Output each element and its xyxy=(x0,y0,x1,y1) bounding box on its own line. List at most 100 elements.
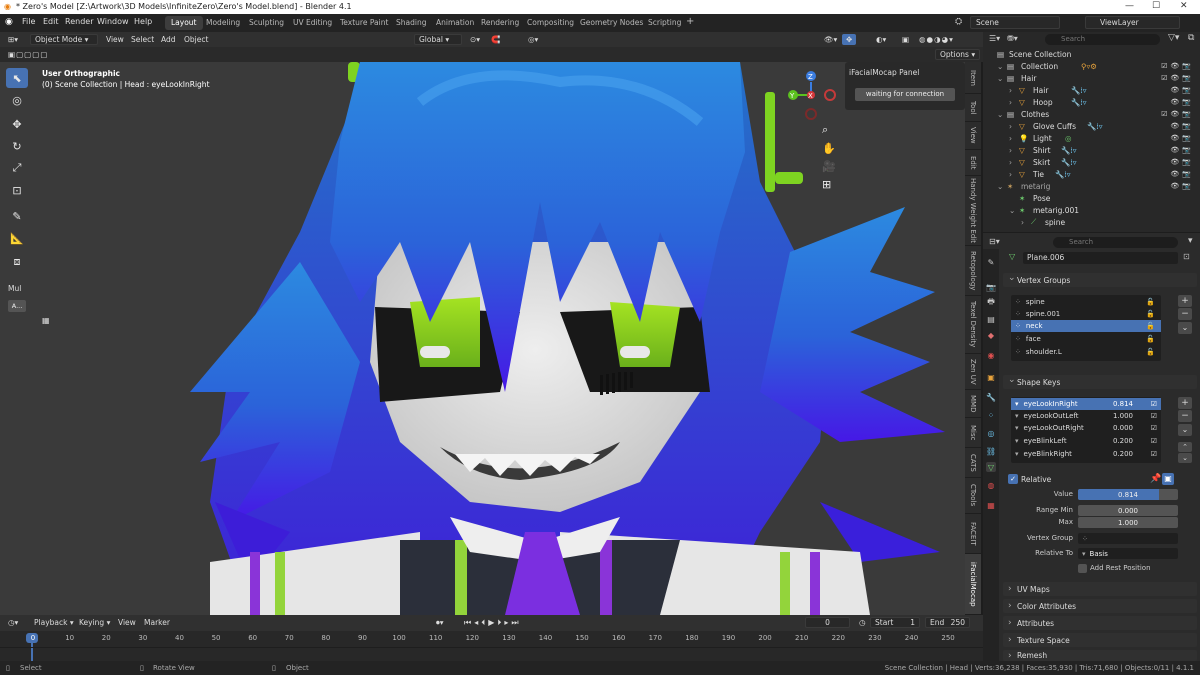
list-item[interactable]: ⁘ shoulder.L 🔓 xyxy=(1011,346,1161,358)
tab-mmd[interactable]: MMD xyxy=(965,390,981,418)
tab-edit[interactable]: Edit xyxy=(965,150,981,176)
measure-tool-icon[interactable]: 📐 xyxy=(6,228,28,248)
pin-icon[interactable]: ⊡ xyxy=(1183,252,1190,261)
qr-icon[interactable]: ▦ xyxy=(42,316,50,325)
remove-vertex-group-button[interactable]: − xyxy=(1178,308,1192,320)
checkbox-icon[interactable]: ☑ xyxy=(1151,450,1157,458)
list-item[interactable]: ▾ eyeLookOutLeft 1.000 ☑ xyxy=(1011,410,1161,422)
checkbox-icon[interactable]: ☑ xyxy=(1151,412,1157,420)
side-button[interactable]: A... xyxy=(8,300,26,312)
shape-key-value[interactable]: 0.000 xyxy=(1113,424,1133,432)
menu-render[interactable]: Render xyxy=(65,17,93,26)
list-item[interactable]: ▾ eyeBlinkLeft 0.200 ☑ xyxy=(1011,435,1161,447)
pan-hand-icon[interactable]: ✋ xyxy=(822,142,836,155)
tab-cats[interactable]: CATS xyxy=(965,448,981,478)
lock-icon[interactable]: 🔓 xyxy=(1146,348,1155,356)
menu-timeline-view[interactable]: View xyxy=(114,617,140,628)
shape-key-value[interactable]: 1.000 xyxy=(1113,412,1133,420)
editor-type-icon[interactable]: ⊞▾ xyxy=(4,34,22,45)
list-item[interactable]: ▾ eyeLookOutRight 0.000 ☑ xyxy=(1011,422,1161,434)
texture-props-icon[interactable]: ▦ xyxy=(986,500,996,510)
add-vertex-group-button[interactable]: + xyxy=(1178,295,1192,307)
shape-key-value[interactable]: 0.200 xyxy=(1113,437,1133,445)
material-props-icon[interactable]: ◍ xyxy=(986,480,996,490)
visibility-icons[interactable]: 👁📷 xyxy=(1170,98,1194,106)
properties-options-icon[interactable]: ▾ xyxy=(1188,236,1193,246)
menu-playback[interactable]: Playback ▾ xyxy=(30,617,78,628)
edit-mode-shape-icon[interactable]: ▣ xyxy=(1162,473,1174,485)
lock-icon[interactable]: 🔓 xyxy=(1146,310,1155,318)
tab-tool[interactable]: Tool xyxy=(965,94,981,122)
move-down-button[interactable]: ⌄ xyxy=(1178,453,1192,463)
snap-icon[interactable]: 🧲 xyxy=(487,34,504,45)
outliner-row[interactable]: ⌄ ✶ metarig.001 xyxy=(983,204,1200,216)
connection-button[interactable]: waiting for connection xyxy=(855,88,955,101)
menu-object[interactable]: Object xyxy=(180,34,212,45)
tab-animation[interactable]: Animation xyxy=(430,16,480,30)
visibility-icons[interactable]: 👁📷 xyxy=(1170,122,1194,130)
attributes-header[interactable]: Attributes xyxy=(1003,616,1197,630)
outliner-row[interactable]: › ▽ Tie 🔧⁞▿ 👁📷 xyxy=(983,168,1200,180)
list-item[interactable]: ⁘ spine.001 🔓 xyxy=(1011,308,1161,320)
outliner-row[interactable]: ✶ Pose xyxy=(983,192,1200,204)
xray-icon[interactable]: ▣ xyxy=(898,34,913,45)
tab-scripting[interactable]: Scripting xyxy=(642,16,687,30)
zoom-icon[interactable]: ⌕ xyxy=(822,123,828,137)
orientation-selector[interactable]: Global ▾ xyxy=(414,34,462,45)
filter-icon[interactable]: ⛃▾ xyxy=(1007,34,1018,43)
visibility-icons[interactable]: 👁📷 xyxy=(1170,170,1194,178)
uv-maps-header[interactable]: UV Maps xyxy=(1003,582,1197,596)
tab-handy-weight-edit[interactable]: Handy Weight Edit xyxy=(965,176,981,246)
visibility-icons[interactable]: 👁📷 xyxy=(1170,134,1194,142)
properties-search[interactable]: Search xyxy=(1053,237,1178,248)
menu-view[interactable]: View xyxy=(102,34,128,45)
value-slider[interactable]: 0.814 xyxy=(1078,489,1178,500)
tab-compositing[interactable]: Compositing xyxy=(521,16,580,30)
checkbox-icon[interactable]: ☑ xyxy=(1151,437,1157,445)
color-attributes-header[interactable]: Color Attributes xyxy=(1003,599,1197,613)
checkbox-icon[interactable]: ☑ xyxy=(1151,400,1157,408)
tab-uv-editing[interactable]: UV Editing xyxy=(287,16,338,30)
modifier-props-icon[interactable]: 🔧 xyxy=(986,392,996,402)
grid-icon[interactable]: ⊞ xyxy=(822,178,831,191)
render-props-icon[interactable]: 📷 xyxy=(986,282,996,292)
clock-icon[interactable]: ◷ xyxy=(855,617,870,628)
visibility-icons[interactable]: 👁📷 xyxy=(1170,86,1194,94)
outliner-row[interactable]: › ▽ Skirt 🔧⁞▿ 👁📷 xyxy=(983,156,1200,168)
tab-faceit[interactable]: FACEIT xyxy=(965,514,981,554)
tab-ctools[interactable]: CTools xyxy=(965,478,981,514)
tab-item[interactable]: Item xyxy=(965,62,981,94)
list-item[interactable]: ▾ eyeLookInRight 0.814 ☑ xyxy=(1011,398,1161,410)
outliner-row[interactable]: ▤ Scene Collection xyxy=(983,48,1200,60)
tab-texture-paint[interactable]: Texture Paint xyxy=(334,16,394,30)
tab-texel-density[interactable]: Texel Density xyxy=(965,296,981,354)
3d-viewport[interactable]: Z Y X User Orthographic (0) Scene Collec… xyxy=(0,62,965,615)
tab-view[interactable]: View xyxy=(965,122,981,150)
list-item[interactable]: ⁘ face 🔓 xyxy=(1011,333,1161,345)
select-tool-icon[interactable]: ⬉ xyxy=(6,68,28,88)
proportional-edit-icon[interactable]: ◎▾ xyxy=(524,34,542,45)
constraints-props-icon[interactable]: ⛓ xyxy=(986,446,996,456)
view-layer-selector[interactable]: ViewLayer xyxy=(1085,16,1180,29)
visibility-icons[interactable]: ☑👁📷 xyxy=(1161,110,1194,118)
add-shape-key-button[interactable]: + xyxy=(1178,397,1192,409)
tool-props-icon[interactable]: ✎ xyxy=(986,257,996,267)
tab-zen-uv[interactable]: Zen UV xyxy=(965,354,981,390)
maximize-button[interactable]: ☐ xyxy=(1152,1,1160,11)
add-cube-tool-icon[interactable]: ⧈ xyxy=(6,252,28,272)
timeline-area[interactable]: 0 10 20 30 40 50 60 70 80 90 100 110 120 130 140 150 160… xyxy=(0,631,983,661)
tab-sculpting[interactable]: Sculpting xyxy=(243,16,290,30)
tab-geometry-nodes[interactable]: Geometry Nodes xyxy=(574,16,649,30)
menu-add[interactable]: Add xyxy=(157,34,180,45)
menu-edit[interactable]: Edit xyxy=(43,17,59,26)
tab-retopology[interactable]: Retopology xyxy=(965,246,981,296)
lock-icon[interactable]: 🔓 xyxy=(1146,298,1155,306)
outliner-row[interactable]: › 💡 Light ◎ 👁📷 xyxy=(983,132,1200,144)
close-button[interactable]: ✕ xyxy=(1180,1,1188,11)
shape-key-menu-button[interactable]: ⌄ xyxy=(1178,424,1192,436)
mode-selector[interactable]: Object Mode ▾ xyxy=(30,34,98,45)
camera-icon[interactable]: 🎥 xyxy=(822,160,836,173)
outliner-search[interactable]: Search xyxy=(1045,34,1160,45)
tab-ifacialmocap[interactable]: iFacialMocap xyxy=(965,554,981,615)
outliner-row[interactable]: ⌄ ▤ Hair ☑👁📷 xyxy=(983,72,1200,84)
